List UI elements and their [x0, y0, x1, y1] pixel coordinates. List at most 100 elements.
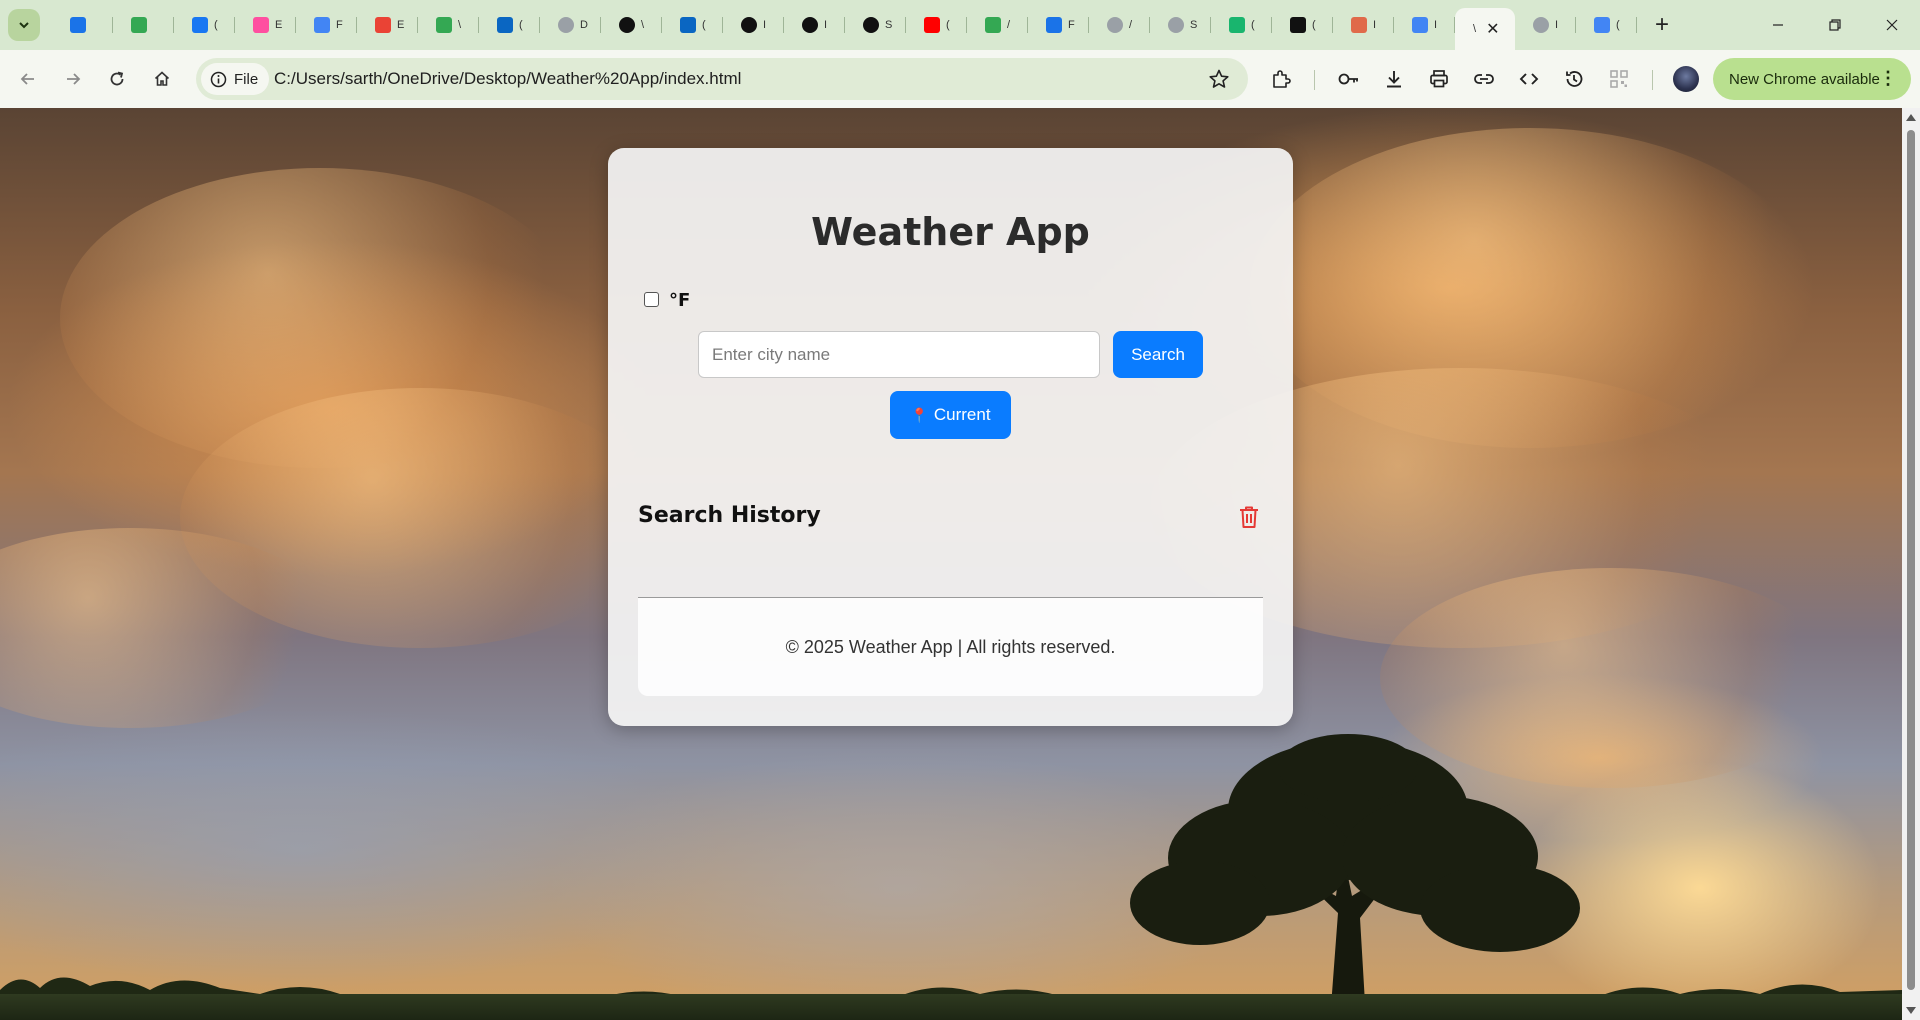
gmail-icon — [375, 17, 391, 33]
facebook-icon — [192, 17, 208, 33]
page-footer: © 2025 Weather App | All rights reserved… — [638, 597, 1263, 696]
link-icon — [1474, 74, 1494, 84]
tab-title: S — [1190, 19, 1198, 31]
tab-title: / — [1007, 19, 1011, 31]
browser-tab[interactable]: E — [235, 8, 296, 42]
copy-link-button[interactable] — [1471, 66, 1497, 92]
browser-tab[interactable]: F — [1028, 8, 1089, 42]
close-icon — [1886, 19, 1897, 31]
toolbar-divider — [1652, 70, 1653, 90]
browser-tab[interactable]: F — [296, 8, 357, 42]
site-info-chip[interactable]: File — [201, 63, 270, 95]
chevron-down-icon — [19, 22, 29, 29]
browser-tab[interactable]: \ — [418, 8, 479, 42]
github-icon — [741, 17, 757, 33]
linkedin-icon — [497, 17, 513, 33]
infinity-icon — [1229, 17, 1245, 33]
back-button[interactable] — [12, 63, 44, 95]
browser-tab[interactable]: I — [1515, 8, 1576, 42]
tab-row: (E F E \(D \(I I S(/ F / S((I I \ ✕ I( — [52, 8, 1637, 50]
browser-tab[interactable]: I — [784, 8, 845, 42]
arrow-left-icon — [20, 73, 34, 85]
page-viewport: Weather App °F Search 📍 Current Search H… — [0, 108, 1902, 1020]
tab-title: I — [763, 19, 767, 31]
current-location-label: Current — [933, 405, 991, 424]
browser-tab[interactable]: D — [540, 8, 601, 42]
profile-avatar[interactable] — [1673, 66, 1699, 92]
qr-code-button[interactable] — [1606, 66, 1632, 92]
extensions-button[interactable] — [1268, 66, 1294, 92]
download-icon — [1387, 71, 1401, 88]
browser-tab[interactable]: ( — [906, 8, 967, 42]
tab-close-icon[interactable]: ✕ — [1486, 19, 1499, 39]
chrome-update-button[interactable]: New Chrome available ⋮ — [1713, 58, 1911, 100]
browser-tab[interactable]: \ — [601, 8, 662, 42]
map-pin-icon: 📍 — [910, 406, 928, 423]
youtube-icon — [924, 17, 940, 33]
threads-icon — [619, 17, 635, 33]
view-source-button[interactable] — [1516, 66, 1542, 92]
globe-icon — [1107, 17, 1123, 33]
scroll-up-arrow[interactable] — [1906, 114, 1916, 121]
browser-tab[interactable]: I — [1394, 8, 1455, 42]
browser-tab[interactable]: ( — [662, 8, 723, 42]
site-info-label: File — [234, 70, 259, 88]
restore-button[interactable] — [1806, 0, 1863, 50]
reload-button[interactable] — [101, 63, 133, 95]
tab-title: \ — [1473, 23, 1477, 35]
browser-tab[interactable]: ( — [1576, 8, 1637, 42]
browser-tab[interactable]: / — [1089, 8, 1150, 42]
tab-title: S — [885, 19, 893, 31]
print-button[interactable] — [1426, 66, 1452, 92]
close-window-button[interactable] — [1863, 0, 1920, 50]
tab-title: D — [580, 19, 588, 31]
home-button[interactable] — [146, 63, 178, 95]
minimize-button[interactable] — [1749, 0, 1806, 50]
tab-search-button[interactable] — [8, 9, 40, 41]
forward-button[interactable] — [57, 63, 89, 95]
browser-tab[interactable]: I — [723, 8, 784, 42]
browser-tab[interactable]: ( — [479, 8, 540, 42]
city-search-input[interactable] — [698, 331, 1100, 378]
browser-toolbar: File C:/Users/sarth/OneDrive/Desktop/Wea… — [0, 50, 1920, 108]
tab-title: E — [275, 19, 283, 31]
address-bar[interactable]: File C:/Users/sarth/OneDrive/Desktop/Wea… — [196, 58, 1248, 100]
puzzle-icon — [1273, 70, 1291, 88]
tab-title: I — [1555, 19, 1559, 31]
scroll-down-arrow[interactable] — [1906, 1007, 1916, 1014]
weather-card: Weather App °F Search 📍 Current Search H… — [608, 148, 1293, 726]
browser-tab[interactable]: S — [845, 8, 906, 42]
history-button[interactable] — [1561, 66, 1587, 92]
browser-tab[interactable]: I — [1333, 8, 1394, 42]
tab-strip: (E F E \(D \(I I S(/ F / S((I I \ ✕ I( + — [0, 0, 1920, 50]
qr-code-icon — [1610, 70, 1628, 88]
password-manager-button[interactable] — [1336, 66, 1362, 92]
new-tab-button[interactable]: + — [1648, 11, 1676, 39]
url-text[interactable]: C:/Users/sarth/OneDrive/Desktop/Weather%… — [274, 69, 741, 89]
scroll-thumb[interactable] — [1907, 130, 1915, 990]
browser-tab[interactable]: S — [1150, 8, 1211, 42]
browser-tab[interactable]: ( — [1211, 8, 1272, 42]
history-icon — [1566, 71, 1583, 87]
cube-icon — [253, 17, 269, 33]
more-menu-icon[interactable]: ⋮ — [1879, 68, 1897, 89]
bookmark-star-icon[interactable] — [1208, 68, 1230, 90]
browser-tab[interactable] — [52, 8, 113, 42]
clear-history-trash-icon[interactable] — [1238, 505, 1260, 529]
browser-tab[interactable]: / — [967, 8, 1028, 42]
downloads-button[interactable] — [1381, 66, 1407, 92]
restore-icon — [1828, 19, 1841, 31]
home-icon — [154, 71, 170, 86]
tab-active[interactable]: \ ✕ — [1455, 8, 1515, 50]
tab-title: ( — [214, 19, 218, 31]
vertical-scrollbar[interactable] — [1902, 108, 1920, 1020]
arrow-right-icon — [67, 73, 81, 85]
fahrenheit-checkbox[interactable] — [644, 292, 659, 307]
tab-title: / — [1129, 19, 1133, 31]
browser-tab[interactable] — [113, 8, 174, 42]
browser-tab[interactable]: ( — [174, 8, 235, 42]
current-location-button[interactable]: 📍 Current — [890, 391, 1011, 439]
browser-tab[interactable]: ( — [1272, 8, 1333, 42]
search-button[interactable]: Search — [1113, 331, 1203, 378]
browser-tab[interactable]: E — [357, 8, 418, 42]
